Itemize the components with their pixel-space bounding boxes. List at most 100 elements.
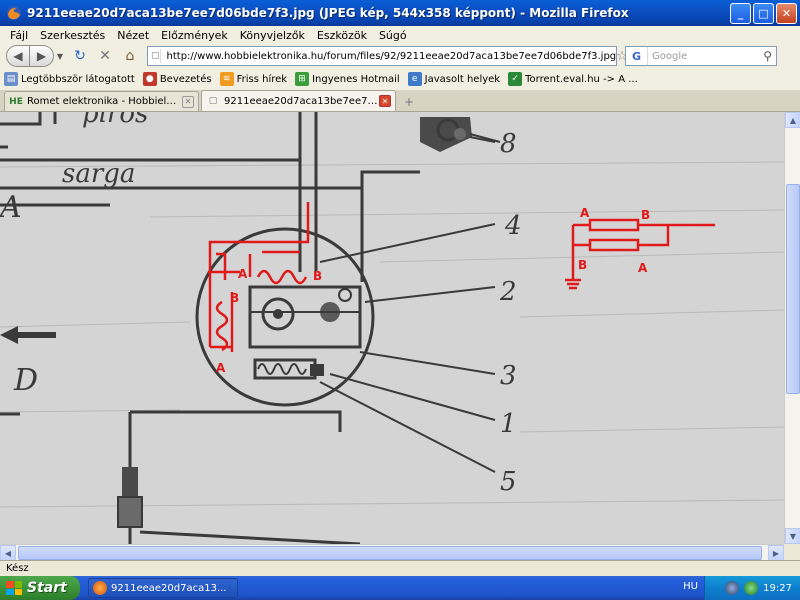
- label-3: 3: [500, 361, 517, 391]
- windows-logo-icon: ⊞: [295, 72, 310, 86]
- taskbar-item-label: 9211eeae20d7aca13...: [111, 582, 227, 594]
- search-icon[interactable]: ⚲: [763, 49, 772, 63]
- hobbielektronika-favicon-icon: HE: [9, 96, 23, 107]
- reload-icon: ↻: [74, 48, 86, 64]
- bookmark-label: Legtöbbször látogatott: [21, 73, 135, 85]
- menu-history[interactable]: Előzmények: [155, 29, 234, 42]
- new-tab-button[interactable]: +: [398, 93, 420, 111]
- stop-button[interactable]: ✕: [94, 45, 116, 67]
- menu-view[interactable]: Nézet: [111, 29, 155, 42]
- red-label-A-left: A: [216, 361, 226, 375]
- menu-bar: Fájl Szerkesztés Nézet Előzmények Könyvj…: [0, 26, 800, 44]
- image-viewport: piros sarga A D 8 4 2 3 1 5 A B B A A B …: [0, 112, 784, 544]
- label-5: 5: [500, 467, 517, 497]
- windows-taskbar: Start 9211eeae20d7aca13... HU 19:27: [0, 576, 800, 600]
- forward-button[interactable]: ▶: [30, 45, 54, 67]
- label-8: 8: [500, 129, 517, 159]
- back-button[interactable]: ◀: [6, 45, 30, 67]
- bookmark-label: Bevezetés: [159, 73, 212, 85]
- bookmark-getting-started[interactable]: ● Bevezetés: [142, 72, 212, 86]
- firefox-icon: [93, 581, 107, 595]
- label-1: 1: [500, 409, 517, 439]
- bookmark-most-visited[interactable]: ▤ Legtöbbször látogatott: [4, 72, 135, 86]
- window-title: 9211eeae20d7aca13be7ee7d06bde7f3.jpg (JP…: [27, 6, 629, 20]
- vertical-scrollbar[interactable]: ▲ ▼: [784, 112, 800, 544]
- taskbar-firefox-window[interactable]: 9211eeae20d7aca13...: [88, 578, 238, 598]
- scroll-right-icon[interactable]: ▶: [768, 545, 784, 561]
- wiring-diagram-image: piros sarga A D 8 4 2 3 1 5 A B B A A B …: [0, 112, 784, 544]
- bookmark-page-icon: ●: [142, 72, 157, 86]
- label-2: 2: [499, 277, 517, 307]
- tab-strip: HE Romet elektronika - Hobbielektronika.…: [0, 90, 800, 112]
- history-buttons: ◀ ▶ ▼: [6, 45, 66, 67]
- menu-edit[interactable]: Szerkesztés: [34, 29, 111, 42]
- bookmark-torrent[interactable]: ✓ Torrent.eval.hu -> A ...: [508, 72, 638, 86]
- schematic-label-B-top: B: [641, 208, 650, 222]
- status-bar: Kész: [0, 560, 800, 576]
- bookmark-latest-headlines[interactable]: ≋ Friss hírek: [219, 72, 288, 86]
- maximize-button[interactable]: □: [753, 3, 774, 24]
- bookmark-label: Torrent.eval.hu -> A ...: [525, 73, 638, 85]
- reload-button[interactable]: ↻: [69, 45, 91, 67]
- close-button[interactable]: ✕: [776, 3, 797, 24]
- menu-help[interactable]: Súgó: [373, 29, 413, 42]
- language-indicator[interactable]: HU: [683, 581, 698, 592]
- bookmark-label: Friss hírek: [236, 73, 288, 85]
- label-4: 4: [504, 211, 522, 241]
- label-D: D: [13, 363, 38, 398]
- windows-flag-icon: [6, 581, 22, 595]
- bookmark-label: Ingyenes Hotmail: [312, 73, 400, 85]
- tab-image[interactable]: ▢ 9211eeae20d7aca13be7ee7d06b... ✕: [201, 90, 396, 111]
- label-A: A: [0, 190, 22, 225]
- menu-file[interactable]: Fájl: [4, 29, 34, 42]
- minimize-button[interactable]: _: [730, 3, 751, 24]
- scroll-left-icon[interactable]: ◀: [0, 545, 16, 561]
- scroll-up-icon[interactable]: ▲: [785, 112, 800, 128]
- search-input[interactable]: Google: [652, 51, 763, 62]
- bookmark-suggested-sites[interactable]: e Javasolt helyek: [407, 72, 501, 86]
- screen: 9211eeae20d7aca13be7ee7d06bde7f3.jpg (JP…: [0, 0, 800, 600]
- rss-feed-icon: ≋: [219, 72, 234, 86]
- tab-label: Romet elektronika - Hobbielektronika.h..…: [27, 96, 182, 107]
- label-sarga: sarga: [62, 159, 135, 189]
- tab-close-icon[interactable]: ✕: [182, 95, 194, 108]
- clock: 19:27: [763, 582, 792, 594]
- horizontal-scroll-thumb[interactable]: [18, 546, 762, 560]
- image-favicon-icon: ▢: [208, 96, 218, 106]
- start-button[interactable]: Start: [0, 576, 80, 600]
- schematic-label-B-bottom: B: [578, 258, 587, 272]
- address-url[interactable]: http://www.hobbielektronika.hu/forum/fil…: [167, 51, 617, 62]
- search-box[interactable]: G Google ⚲: [625, 46, 777, 66]
- red-label-B-left: B: [230, 291, 239, 305]
- bookmark-folder-icon: ▤: [4, 72, 18, 86]
- security-icon[interactable]: [744, 581, 759, 595]
- schematic-label-A-bottom: A: [638, 261, 648, 275]
- tab-close-icon[interactable]: ✕: [379, 95, 391, 107]
- window-controls: _ □ ✕: [730, 3, 797, 24]
- menu-bookmarks[interactable]: Könyvjelzők: [234, 29, 311, 42]
- history-dropdown-button[interactable]: ▼: [54, 52, 66, 61]
- search-engine-icon[interactable]: G: [626, 47, 648, 65]
- red-label-A-top: A: [238, 267, 248, 281]
- bookmark-label: Javasolt helyek: [424, 73, 501, 85]
- horizontal-scrollbar[interactable]: ◀ ▶: [0, 544, 784, 561]
- menu-tools[interactable]: Eszközök: [311, 29, 373, 42]
- network-icon[interactable]: [725, 581, 740, 595]
- ie-logo-icon: e: [407, 72, 422, 86]
- page-favicon-icon: ▢: [151, 49, 161, 63]
- label-piros: piros: [82, 112, 148, 129]
- bookmark-hotmail[interactable]: ⊞ Ingyenes Hotmail: [295, 72, 400, 86]
- firefox-icon: [7, 6, 21, 20]
- navigation-toolbar: ◀ ▶ ▼ ↻ ✕ ⌂ ▢ http://www.hobbielektronik…: [0, 44, 800, 68]
- bookmarks-toolbar: ▤ Legtöbbször látogatott ● Bevezetés ≋ F…: [0, 68, 800, 90]
- vertical-scroll-thumb[interactable]: [786, 184, 800, 394]
- home-button[interactable]: ⌂: [119, 45, 141, 67]
- status-text: Kész: [6, 563, 29, 574]
- tab-romet-elektronika[interactable]: HE Romet elektronika - Hobbielektronika.…: [4, 91, 199, 111]
- checkmark-icon: ✓: [508, 72, 523, 86]
- scroll-down-icon[interactable]: ▼: [785, 528, 800, 544]
- address-bar[interactable]: ▢ http://www.hobbielektronika.hu/forum/f…: [147, 46, 638, 66]
- tab-label: 9211eeae20d7aca13be7ee7d06b...: [224, 95, 379, 107]
- red-label-B-top: B: [313, 269, 322, 283]
- forward-arrow-icon: ▶: [36, 49, 47, 63]
